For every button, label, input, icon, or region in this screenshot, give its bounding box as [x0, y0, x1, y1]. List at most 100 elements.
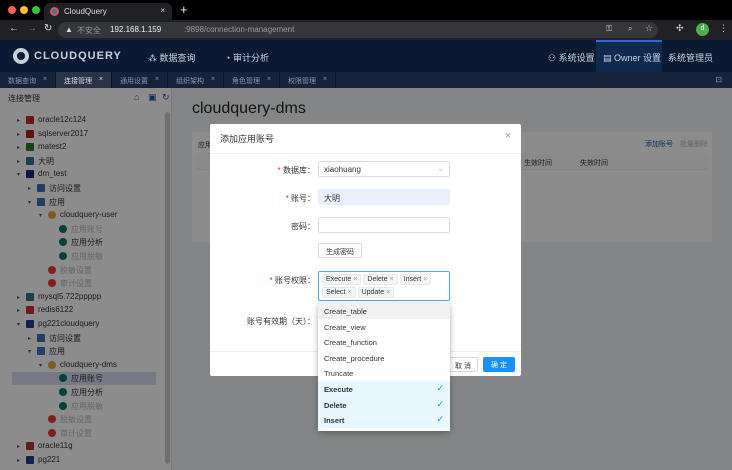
security-label: 不安全 — [77, 26, 101, 35]
check-icon: ✓ — [436, 414, 444, 425]
tag-update: Update × — [357, 287, 395, 298]
app-tab-label: 数据查询 — [8, 78, 36, 85]
users-icon: ⚇ — [548, 53, 559, 63]
remove-tag-icon[interactable]: × — [353, 276, 357, 283]
option-label: Execute — [324, 384, 353, 394]
tab-close-icon[interactable]: × — [155, 76, 159, 83]
cancel-button[interactable]: 取 消 — [448, 357, 478, 372]
option-label: Create_view — [324, 322, 366, 332]
minimize-window-icon[interactable] — [20, 6, 28, 14]
nav-data-query[interactable]: ⁂ 数据查询 — [148, 51, 196, 64]
account-label: * 账号： — [285, 194, 315, 203]
close-icon[interactable]: × — [505, 130, 511, 142]
modal-title: 添加应用账号 — [220, 134, 275, 144]
app-tab-label: 通用设置 — [120, 78, 148, 85]
remove-tag-icon[interactable]: × — [390, 276, 394, 283]
maximize-window-icon[interactable] — [32, 6, 40, 14]
network-icon: ⁂ — [148, 53, 160, 63]
option-label: Create_procedure — [324, 353, 385, 363]
new-tab-button[interactable]: + — [180, 2, 188, 17]
generate-password-button[interactable]: 生成密码 — [318, 243, 362, 258]
close-window-icon[interactable] — [8, 6, 16, 14]
search-icon[interactable]: ⌕ — [628, 24, 632, 34]
nav-audit-analysis[interactable]: ◔ 审计分析 — [225, 51, 269, 64]
tab-close-icon[interactable]: × — [43, 76, 47, 83]
url-path: :9898/connection-management — [184, 25, 295, 34]
app-tab[interactable]: 连接管理 × — [56, 72, 112, 88]
remove-tag-icon[interactable]: × — [423, 276, 427, 283]
tab-close-icon[interactable]: × — [211, 76, 215, 83]
cloudquery-favicon-icon — [50, 7, 59, 16]
chevron-down-icon: ⌄ — [437, 164, 444, 173]
nav-label: Owner 设置 — [614, 53, 662, 63]
app-tab[interactable]: 组织架构 × — [168, 72, 224, 88]
warning-icon: ▲ — [65, 25, 73, 34]
nav-label: 系统设置 — [558, 53, 595, 63]
menu-icon[interactable]: ⋮ — [719, 23, 728, 34]
password-label: 密码： — [291, 222, 315, 231]
password-input[interactable] — [318, 217, 450, 233]
key-icon[interactable]: ⚿ — [606, 24, 612, 34]
app-tab[interactable]: 权限管理 × — [280, 72, 336, 88]
dropdown-option[interactable]: Create_table — [318, 303, 450, 319]
back-icon[interactable]: ← — [9, 23, 19, 34]
tag-select: Select × — [322, 287, 356, 298]
permissions-label: * 账号权限： — [269, 276, 315, 285]
nav-label: 数据查询 — [159, 53, 196, 63]
dropdown-option[interactable]: Delete ✓ — [318, 396, 450, 413]
browser-tab-bar: CloudQuery × + — [0, 0, 732, 20]
tab-close-icon[interactable]: × — [99, 76, 103, 83]
permissions-multiselect[interactable]: Execute × Delete × Insert × Select × Update × — [318, 271, 450, 301]
option-label: Create_table — [324, 307, 367, 316]
url-input[interactable]: ▲ 不安全 192.168.1.159 :9898/connection-man… — [58, 22, 658, 38]
fullscreen-icon[interactable]: ⊡ — [715, 75, 722, 84]
app-tab-label: 权限管理 — [288, 78, 316, 85]
option-label: Truncate — [324, 369, 354, 379]
database-label: * 数据库： — [277, 166, 315, 175]
app-tab[interactable]: 通用设置 × — [112, 72, 168, 88]
app-tab-label: 连接管理 — [64, 78, 92, 85]
dropdown-option[interactable]: Create_function — [318, 334, 450, 350]
url-host: 192.168.1.159 — [110, 25, 162, 34]
system-settings-link[interactable]: ⚇ 系统设置 — [548, 51, 595, 64]
app-tab-strip: 数据查询 × 连接管理 × 通用设置 × 组织架构 × 角色管理 × 权限管理 × ⊡ — [0, 72, 732, 88]
star-icon[interactable]: ☆ — [645, 23, 653, 34]
browser-tab[interactable]: CloudQuery × — [44, 3, 172, 20]
account-input[interactable]: 大明 — [318, 189, 450, 205]
tab-close-icon[interactable]: × — [160, 6, 165, 15]
owner-settings-link[interactable]: ▤ Owner 设置 — [603, 51, 661, 64]
dropdown-option[interactable]: Truncate — [318, 365, 450, 381]
divider — [210, 153, 521, 154]
tag-delete: Delete × — [363, 274, 398, 285]
option-label: Delete — [324, 400, 347, 410]
tag-insert: Insert × — [399, 274, 432, 285]
app-tab-label: 组织架构 — [176, 78, 204, 85]
tab-close-icon[interactable]: × — [267, 76, 271, 83]
remove-tag-icon[interactable]: × — [386, 289, 390, 296]
dropdown-option[interactable]: Execute ✓ — [318, 380, 450, 397]
reload-icon[interactable]: ↻ — [44, 23, 52, 34]
remove-tag-icon[interactable]: × — [347, 289, 351, 296]
profile-avatar[interactable]: d — [696, 23, 709, 36]
chart-icon: ◔ — [225, 53, 233, 63]
database-select[interactable]: xiaohuang ⌄ — [318, 161, 450, 177]
dropdown-option[interactable]: Create_view — [318, 319, 450, 335]
tag-execute: Execute × — [322, 274, 362, 285]
user-menu[interactable]: 系统管理员 — [668, 51, 713, 64]
forward-icon[interactable]: → — [27, 23, 37, 34]
tab-close-icon[interactable]: × — [323, 76, 327, 83]
nav-label: 审计分析 — [232, 53, 269, 63]
extensions-icon[interactable]: ✣ — [676, 23, 684, 34]
ok-button[interactable]: 确 定 — [483, 357, 515, 372]
app-tab[interactable]: 角色管理 × — [224, 72, 280, 88]
app-tab[interactable]: 数据查询 × — [0, 72, 56, 88]
permissions-dropdown: Create_table Create_view Create_function Cr… — [318, 303, 450, 431]
owner-icon: ▤ — [603, 53, 615, 63]
dropdown-option[interactable]: Insert ✓ — [318, 412, 450, 428]
tab-title: CloudQuery — [64, 7, 107, 16]
dropdown-option[interactable]: Create_procedure — [318, 350, 450, 366]
address-bar-row: ← → ↻ ▲ 不安全 192.168.1.159 :9898/connecti… — [0, 20, 732, 40]
option-label: Insert — [324, 416, 345, 426]
app-header: CLOUDQUERY ⁂ 数据查询 ◔ 审计分析 ⚇ 系统设置 ▤ Owner … — [0, 40, 732, 72]
app-tab-label: 角色管理 — [232, 78, 260, 85]
